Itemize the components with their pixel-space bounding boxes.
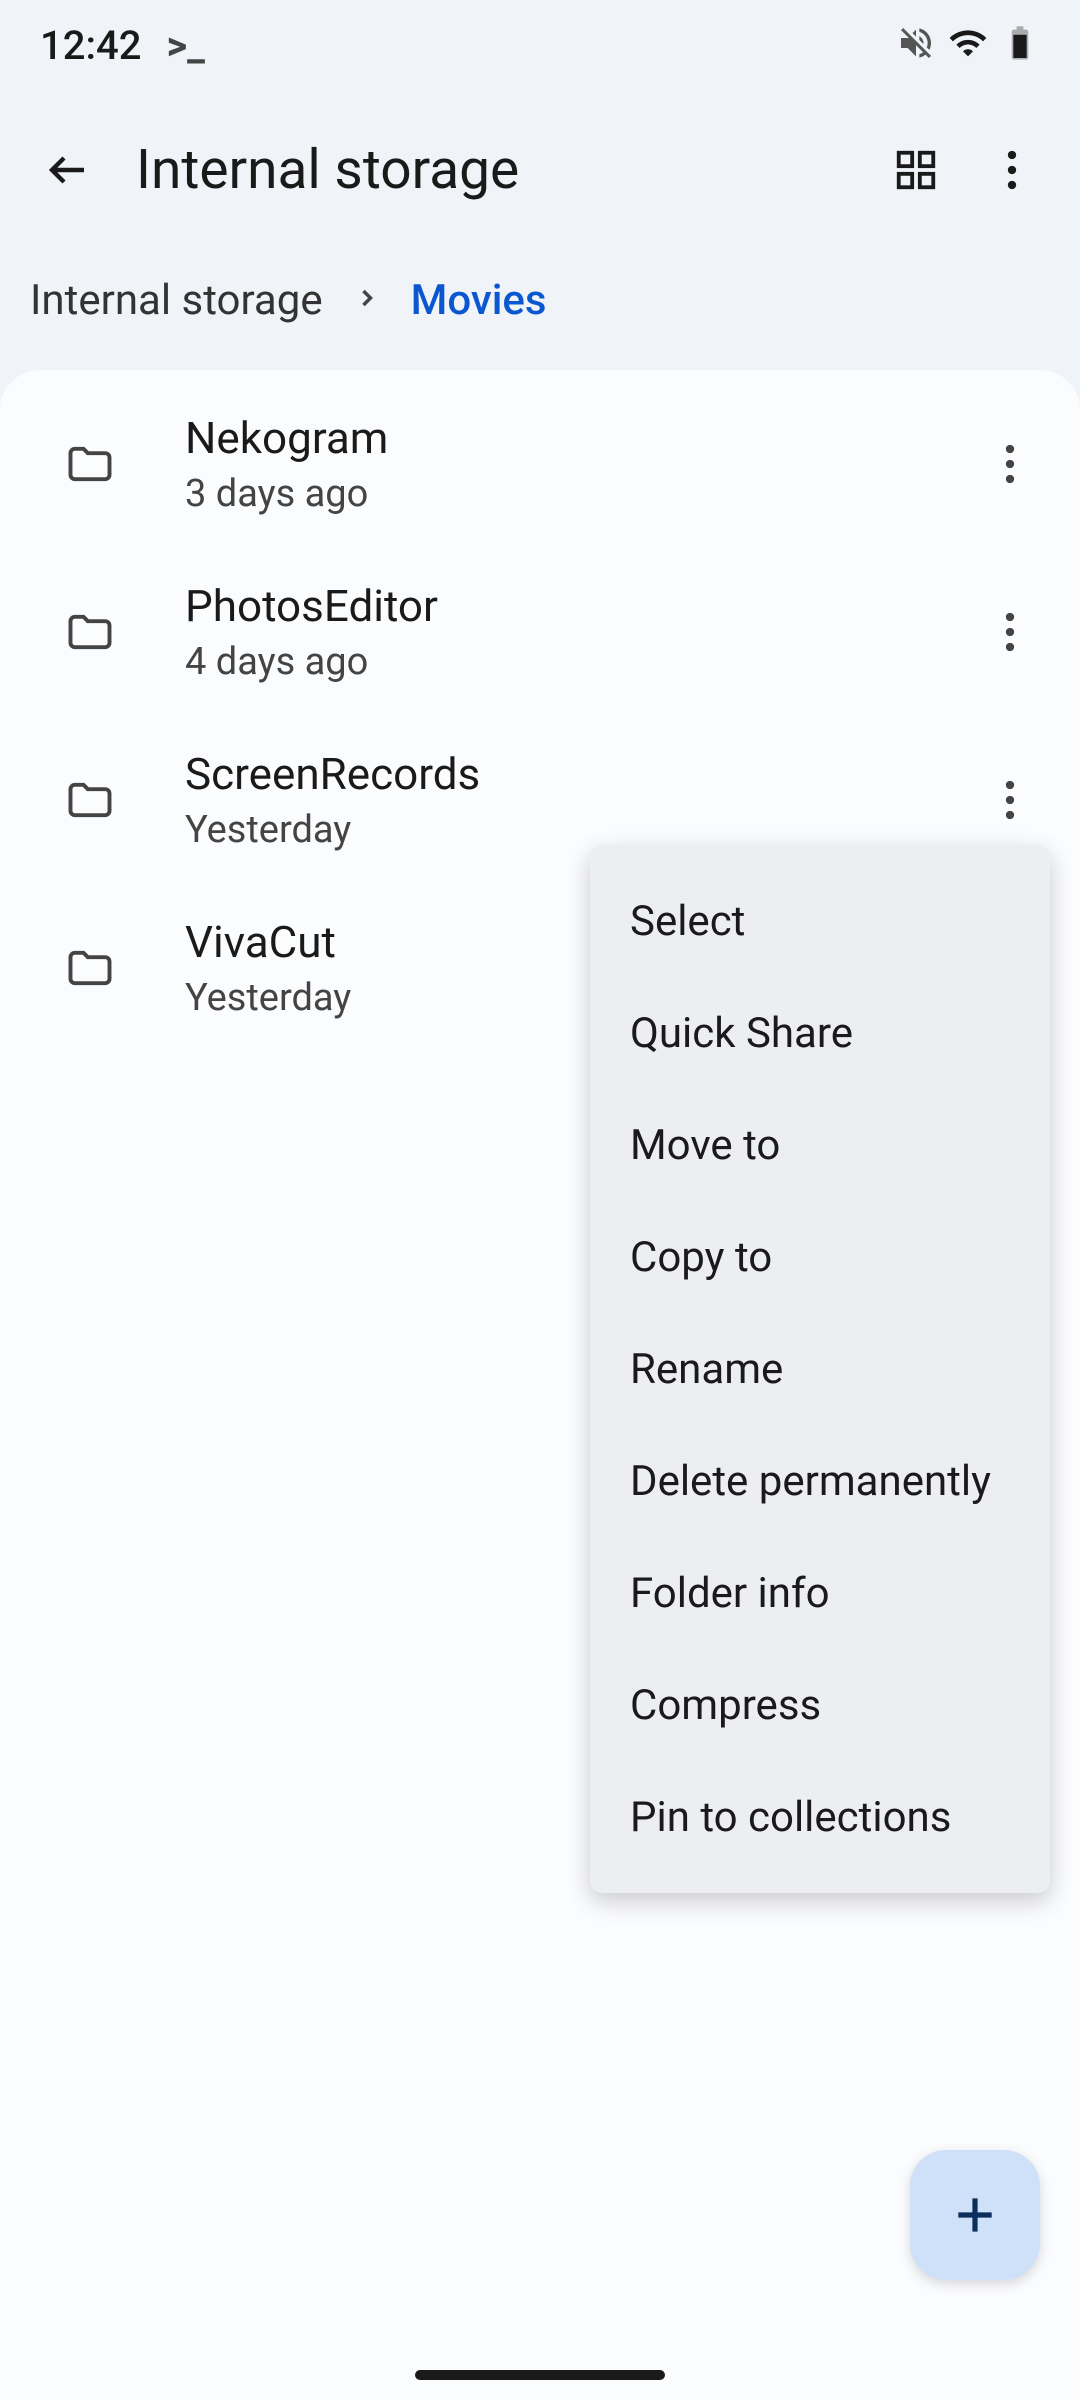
terminal-icon: >_ xyxy=(166,22,204,69)
menu-item-folder-info[interactable]: Folder info xyxy=(590,1537,1050,1649)
folder-date: 3 days ago xyxy=(185,472,970,516)
menu-item-compress[interactable]: Compress xyxy=(590,1649,1050,1761)
folder-row[interactable]: Nekogram 3 days ago xyxy=(0,380,1080,548)
menu-item-delete[interactable]: Delete permanently xyxy=(590,1425,1050,1537)
folder-more-button[interactable] xyxy=(970,424,1050,504)
grid-view-button[interactable] xyxy=(868,122,964,218)
breadcrumb: Internal storage Movies xyxy=(0,250,1080,350)
folder-icon xyxy=(50,438,130,490)
folder-name: Nekogram xyxy=(185,412,970,464)
battery-icon xyxy=(1000,23,1040,67)
chevron-right-icon xyxy=(353,284,381,316)
nav-handle[interactable] xyxy=(415,2370,665,2380)
menu-item-quick-share[interactable]: Quick Share xyxy=(590,977,1050,1089)
page-title: Internal storage xyxy=(116,138,868,202)
menu-item-rename[interactable]: Rename xyxy=(590,1313,1050,1425)
context-menu: Select Quick Share Move to Copy to Renam… xyxy=(590,845,1050,1893)
overflow-menu-button[interactable] xyxy=(964,122,1060,218)
folder-icon xyxy=(50,774,130,826)
back-button[interactable] xyxy=(20,122,116,218)
folder-name: ScreenRecords xyxy=(185,748,970,800)
folder-more-button[interactable] xyxy=(970,592,1050,672)
status-time: 12:42 xyxy=(40,22,141,69)
content-area: Nekogram 3 days ago PhotosEditor 4 days … xyxy=(0,370,1080,2400)
menu-item-move-to[interactable]: Move to xyxy=(590,1089,1050,1201)
status-bar: 12:42 >_ xyxy=(0,0,1080,90)
folder-more-button[interactable] xyxy=(970,760,1050,840)
folder-icon xyxy=(50,606,130,658)
mute-icon xyxy=(896,23,936,67)
menu-item-copy-to[interactable]: Copy to xyxy=(590,1201,1050,1313)
breadcrumb-current[interactable]: Movies xyxy=(411,276,547,325)
folder-name: PhotosEditor xyxy=(185,580,970,632)
wifi-icon xyxy=(948,23,988,67)
menu-item-pin[interactable]: Pin to collections xyxy=(590,1761,1050,1873)
folder-icon xyxy=(50,942,130,994)
folder-date: 4 days ago xyxy=(185,640,970,684)
breadcrumb-root[interactable]: Internal storage xyxy=(30,276,323,325)
menu-item-select[interactable]: Select xyxy=(590,865,1050,977)
app-bar: Internal storage xyxy=(0,90,1080,250)
fab-add-button[interactable] xyxy=(910,2150,1040,2280)
folder-row[interactable]: PhotosEditor 4 days ago xyxy=(0,548,1080,716)
